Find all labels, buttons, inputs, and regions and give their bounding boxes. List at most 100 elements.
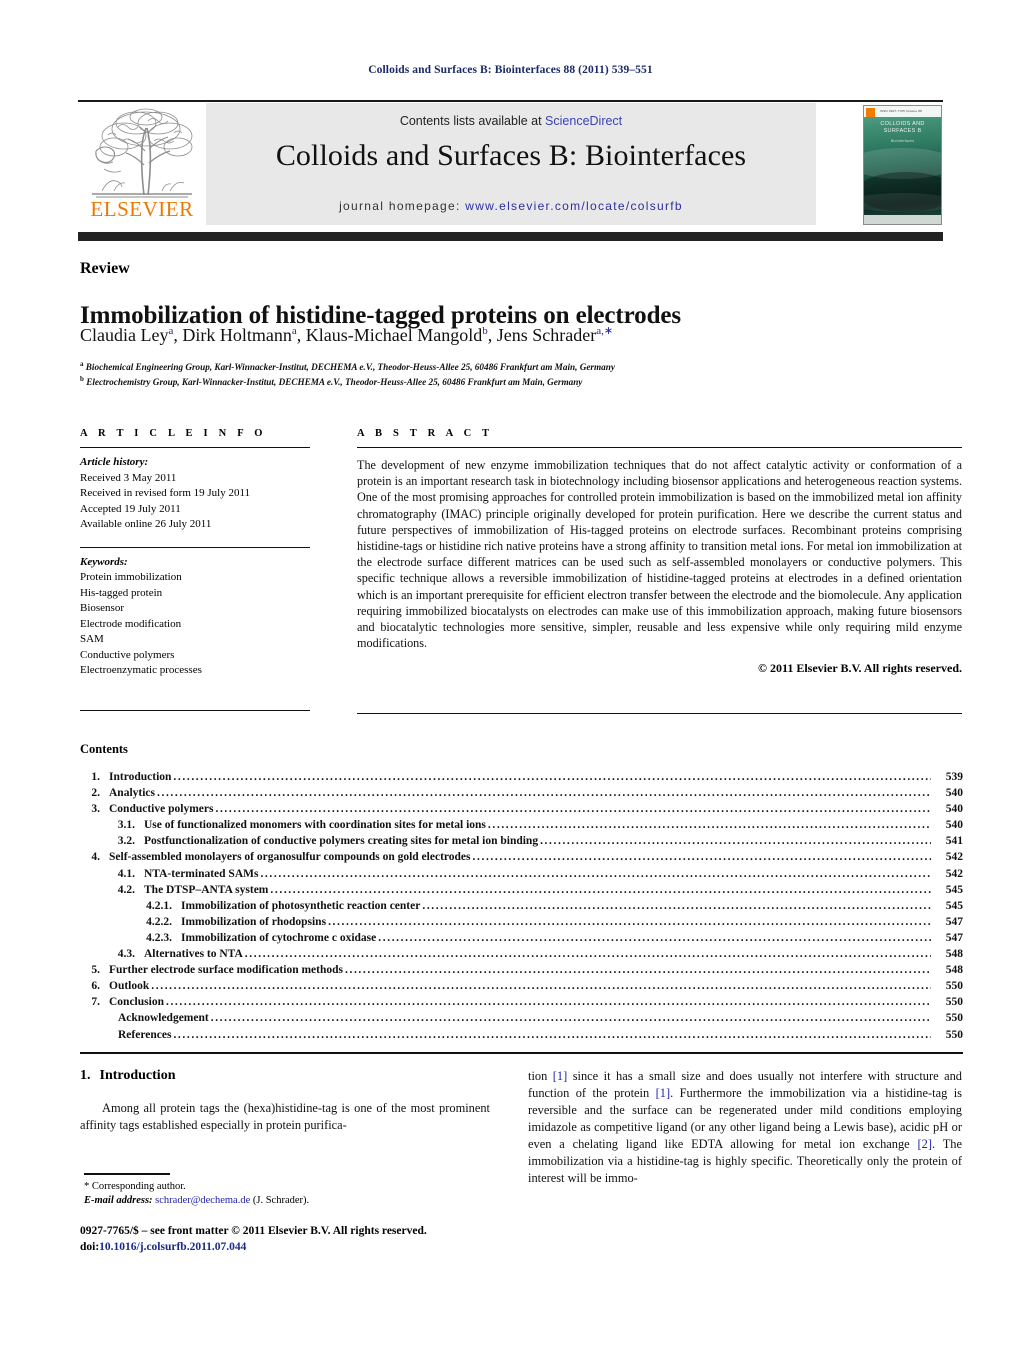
journal-cover-thumbnail: ISSN 0927-7765 Volume 88 COLLOIDS AND SU…	[860, 103, 943, 225]
toc-leader-dots: ........................................…	[270, 883, 931, 896]
toc-leader-dots: ........................................…	[422, 899, 931, 912]
toc-section-label: Conductive polymers	[109, 803, 214, 816]
toc-leader-dots: ........................................…	[244, 948, 931, 961]
toc-row[interactable]: 1. Introduction..........................…	[80, 771, 963, 787]
toc-section-label: The DTSP–ANTA system	[144, 883, 269, 896]
introduction-heading: 1. Introduction	[80, 1068, 490, 1084]
body-column-left: 1. Introduction Among all protein tags th…	[80, 1068, 490, 1134]
footnote-rule	[84, 1173, 170, 1175]
toc-row[interactable]: 4.3. Alternatives to NTA.................…	[80, 948, 963, 964]
toc-page-number: 548	[945, 964, 963, 977]
toc-row[interactable]: Acknowledgement.........................…	[80, 1012, 963, 1028]
abstract-copyright: © 2011 Elsevier B.V. All rights reserved…	[758, 661, 962, 676]
toc-leader-dots: ........................................…	[151, 980, 931, 993]
author-list: Claudia Leya, Dirk Holtmanna, Klaus-Mich…	[80, 324, 613, 346]
toc-leader-dots: ........................................…	[165, 996, 931, 1009]
toc-row[interactable]: 5. Further electrode surface modification…	[80, 964, 963, 980]
cover-top-strip: ISSN 0927-7765 Volume 88	[864, 106, 941, 117]
toc-section-number: 4.	[91, 851, 100, 864]
toc-section-label: Outlook	[109, 980, 150, 993]
introduction-paragraph-left: Among all protein tags the (hexa)histidi…	[80, 1101, 490, 1132]
elsevier-logo: ELSEVIER	[78, 103, 206, 225]
introduction-paragraph-right: tion [1] since it has a small size and d…	[528, 1068, 962, 1187]
toc-leader-dots: ........................................…	[328, 915, 931, 928]
intro-text-segment: tion	[528, 1069, 553, 1083]
toc-section-number: 4.2.2.	[146, 915, 172, 928]
toc-row[interactable]: 4.1. NTA-terminated SAMs.................…	[80, 868, 963, 884]
toc-section-label: Self-assembled monolayers of organosulfu…	[109, 851, 471, 864]
keyword-item: His-tagged protein	[80, 586, 163, 599]
introduction-number: 1.	[80, 1068, 91, 1083]
elsevier-wordmark: ELSEVIER	[90, 197, 194, 221]
article-type: Review	[80, 260, 130, 277]
cover-elsevier-mark	[866, 107, 875, 117]
toc-page-number: 545	[945, 899, 963, 912]
author-4-affil-marker: a,∗	[596, 325, 614, 337]
abstract-heading: A B S T R A C T	[357, 428, 494, 439]
toc-section-number: 3.2.	[117, 835, 135, 848]
toc-row[interactable]: 4.2.2. Immobilization of rhodopsins......…	[80, 916, 963, 932]
cover-title-line1: COLLOIDS AND	[880, 121, 925, 127]
toc-section-label: Analytics	[109, 787, 155, 800]
keyword-item: Electrode modification	[80, 617, 182, 630]
article-info-heading: A R T I C L E I N F O	[80, 428, 267, 439]
affiliation-b: b Electrochemistry Group, Karl-Winnacker…	[80, 375, 582, 387]
toc-page-number: 550	[945, 996, 963, 1009]
toc-leader-dots: ........................................…	[173, 771, 931, 783]
toc-section-label: References	[118, 1028, 172, 1041]
toc-row[interactable]: 4.2. The DTSP–ANTA system................…	[80, 884, 963, 900]
header-bottom-bar	[78, 232, 943, 241]
journal-homepage-link[interactable]: www.elsevier.com/locate/colsurfb	[465, 199, 683, 213]
toc-section-number: 4.1.	[117, 867, 135, 880]
toc-leader-dots: ........................................…	[540, 835, 931, 848]
author-2-name: Dirk Holtmann	[182, 325, 292, 345]
cover-artwork: ISSN 0927-7765 Volume 88 COLLOIDS AND SU…	[863, 105, 942, 225]
toc-page-number: 545	[945, 883, 963, 896]
contents-bottom-rule	[80, 1052, 963, 1054]
toc-section-label: Postfunctionalization of conductive poly…	[144, 835, 539, 848]
toc-row[interactable]: 7. Conclusion............................…	[80, 996, 963, 1012]
author-4-name: Jens Schrader	[496, 325, 597, 345]
toc-page-number: 539	[945, 771, 963, 783]
article-history-item: Received in revised form 19 July 2011	[80, 487, 251, 499]
journal-header-band: ELSEVIER Contents lists available at Sci…	[78, 103, 943, 225]
citation-ref[interactable]: [1]	[656, 1086, 670, 1100]
journal-homepage-line: journal homepage: www.elsevier.com/locat…	[206, 199, 816, 213]
toc-section-label: Immobilization of cytochrome c oxidase	[181, 931, 377, 944]
keywords-block: Keywords: Protein immobilization His-tag…	[80, 555, 310, 679]
toc-row[interactable]: 3.1. Use of functionalized monomers with …	[80, 819, 963, 835]
cover-title: COLLOIDS AND SURFACES B	[864, 121, 941, 135]
cover-bottom-strip	[864, 215, 941, 224]
sciencedirect-link[interactable]: ScienceDirect	[545, 114, 622, 128]
toc-row[interactable]: 6. Outlook...............................…	[80, 980, 963, 996]
homepage-prefix: journal homepage:	[339, 199, 466, 213]
toc-leader-dots: ........................................…	[210, 1012, 931, 1025]
toc-row[interactable]: 4. Self-assembled monolayers of organosul…	[80, 851, 963, 867]
article-info-column: A R T I C L E I N F O Article history: R…	[80, 428, 310, 679]
toc-row[interactable]: 3. Conductive polymers...................…	[80, 803, 963, 819]
toc-row[interactable]: 4.2.3. Immobilization of cytochrome c oxi…	[80, 932, 963, 948]
keyword-item: SAM	[80, 633, 104, 645]
email-note: E-mail address: schrader@dechema.de (J. …	[84, 1194, 504, 1208]
keyword-item: Protein immobilization	[80, 571, 182, 583]
article-history-item: Accepted 19 July 2011	[80, 502, 181, 515]
citation-ref[interactable]: [2]	[918, 1137, 932, 1151]
toc-page-number: 547	[945, 931, 963, 944]
toc-section-number: 3.1.	[117, 819, 135, 832]
email-link[interactable]: schrader@dechema.de	[155, 1195, 250, 1206]
toc-row[interactable]: 4.2.1. Immobilization of photosynthetic r…	[80, 900, 963, 916]
article-info-rule	[80, 447, 310, 448]
affiliation-a-text: Biochemical Engineering Group, Karl-Winn…	[85, 362, 615, 373]
contents-lists-line: Contents lists available at ScienceDirec…	[206, 114, 816, 128]
toc-row[interactable]: References..............................…	[80, 1029, 963, 1045]
doi-link[interactable]: 10.1016/j.colsurfb.2011.07.044	[99, 1241, 246, 1253]
toc-section-label: NTA-terminated SAMs	[144, 867, 259, 880]
toc-page-number: 547	[945, 915, 963, 928]
keyword-item: Conductive polymers	[80, 648, 175, 661]
toc-row[interactable]: 3.2. Postfunctionalization of conductive …	[80, 835, 963, 851]
contents-heading: Contents	[80, 742, 128, 756]
citation-ref[interactable]: [1]	[553, 1069, 567, 1083]
toc-row[interactable]: 2. Analytics.............................…	[80, 787, 963, 803]
abstract-bottom-rule	[357, 713, 962, 714]
affiliation-b-marker: b	[80, 375, 84, 383]
